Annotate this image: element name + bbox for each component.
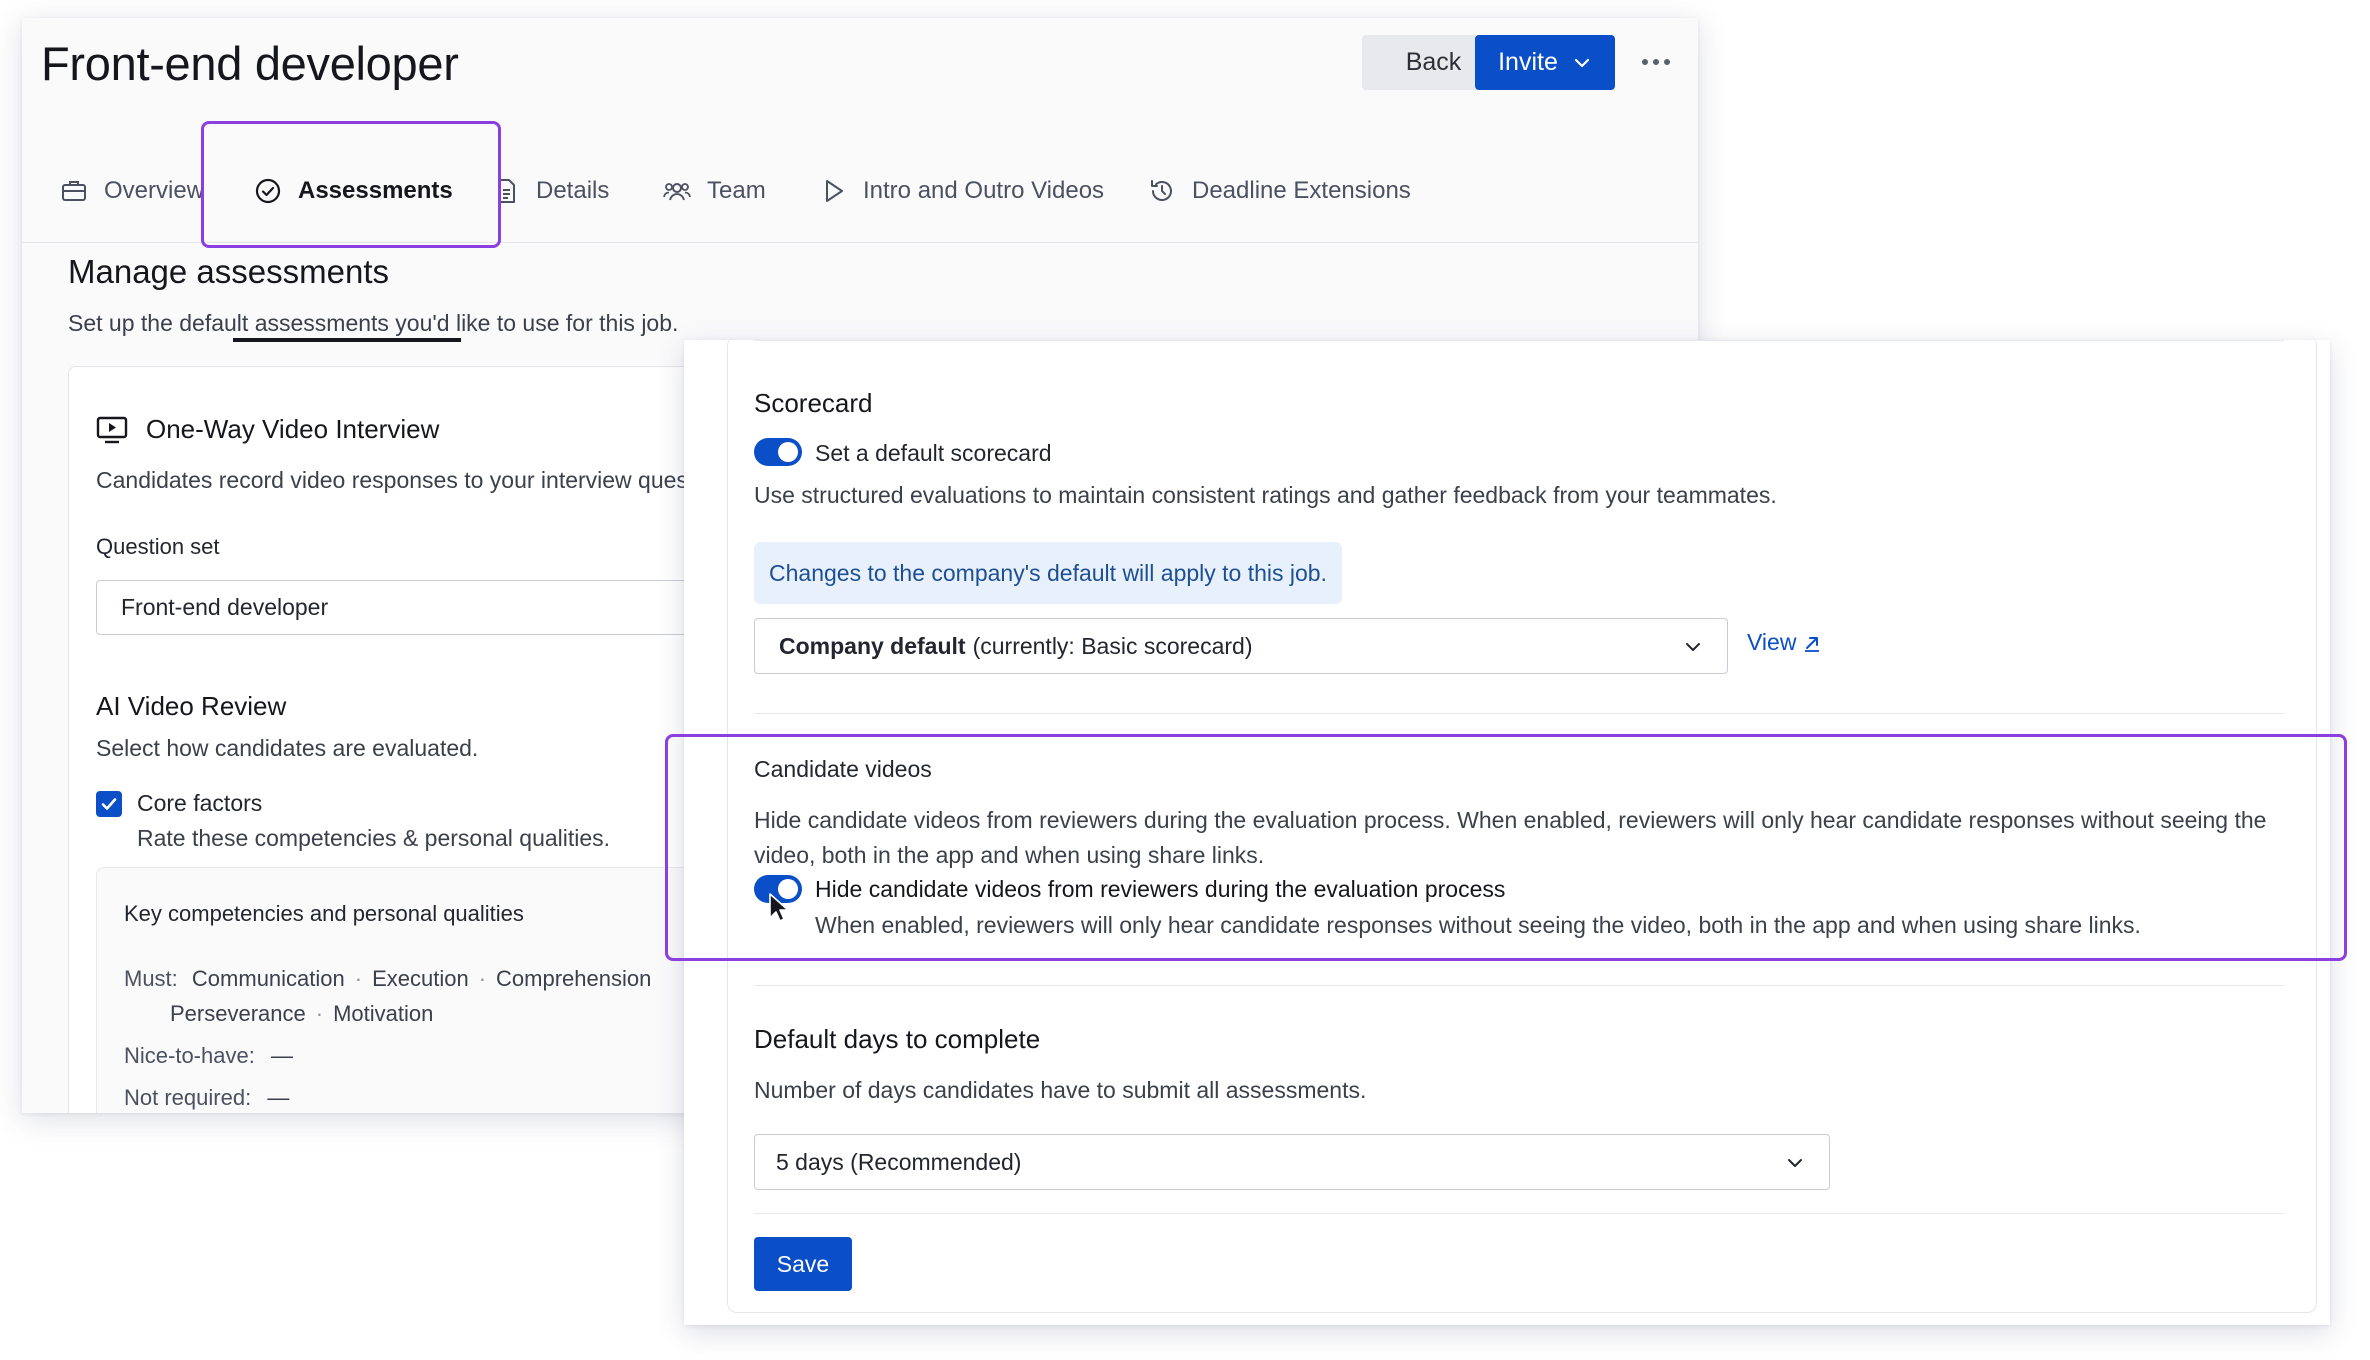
competency: Motivation — [333, 1001, 434, 1026]
card-description: Candidates record video responses to you… — [96, 467, 737, 493]
candidate-videos-description: Hide candidate videos from reviewers dur… — [754, 807, 2267, 868]
assessment-settings-panel: Scorecard Set a default scorecard Use st… — [684, 336, 2330, 1325]
tab-deadline-extensions[interactable]: Deadline Extensions — [1148, 138, 1411, 243]
nice-label: Nice-to-have: — [124, 1043, 255, 1068]
nice-value: — — [270, 1043, 293, 1068]
scorecard-info-banner: Changes to the company's default will ap… — [754, 542, 1342, 604]
candidate-videos-title: Candidate videos — [754, 756, 932, 782]
play-icon — [826, 179, 843, 202]
hide-videos-toggle-sub: When enabled, reviewers will only hear c… — [815, 912, 2141, 938]
nice-row: Nice-to-have: — — [124, 1043, 293, 1069]
must-row-2: Perseverance · Motivation — [170, 1001, 433, 1027]
divider — [754, 1213, 2284, 1214]
select-value: 5 days (Recommended) — [776, 1148, 1022, 1175]
core-factors-checkbox[interactable] — [96, 791, 122, 817]
view-scorecard-link[interactable]: View — [1747, 629, 1822, 656]
tab-assessments[interactable]: Assessments — [254, 138, 453, 243]
scorecard-description: Use structured evaluations to maintain c… — [754, 482, 1777, 508]
tab-intro-outro-videos[interactable]: Intro and Outro Videos — [819, 138, 1104, 243]
save-button[interactable]: Save — [754, 1237, 852, 1291]
external-link-icon — [1805, 636, 1820, 652]
competency: Perseverance — [170, 1001, 306, 1026]
core-factors-sub: Rate these competencies & personal quali… — [137, 825, 611, 851]
card-title: One-Way Video Interview — [96, 414, 439, 445]
tab-bar: Overview Assessments Details Team Intro … — [22, 138, 1698, 342]
more-options-button[interactable] — [1638, 48, 1674, 76]
chevron-down-icon — [1574, 58, 1589, 67]
tab-label: Deadline Extensions — [1192, 176, 1411, 204]
default-days-subtitle: Number of days candidates have to submit… — [754, 1077, 1367, 1103]
briefcase-icon — [62, 180, 86, 201]
video-screen-icon — [96, 416, 128, 443]
tab-details[interactable]: Details — [492, 138, 609, 243]
question-set-label: Question set — [96, 534, 220, 559]
default-days-title: Default days to complete — [754, 1024, 1041, 1054]
separator: · — [315, 1001, 324, 1026]
scorecard-select[interactable]: Company default (currently: Basic scorec… — [754, 618, 1728, 674]
competencies-title: Key competencies and personal qualities — [124, 901, 524, 926]
ellipsis-dot — [1653, 59, 1659, 65]
section-subtitle: Set up the default assessments you'd lik… — [68, 310, 679, 336]
not-required-value: — — [267, 1085, 290, 1110]
must-row: Must: Communication · Execution · Comprehens… — [124, 966, 651, 992]
not-required-row: Not required: — — [124, 1085, 289, 1111]
not-required-label: Not required: — [124, 1085, 252, 1110]
page-title: Front-end developer — [41, 37, 459, 90]
select-value-bold: Company default — [779, 632, 966, 659]
divider — [754, 713, 2284, 714]
chevron-down-icon — [1686, 643, 1700, 651]
ai-review-title: AI Video Review — [96, 691, 287, 721]
document-icon — [498, 178, 515, 203]
checkmark-icon — [101, 798, 117, 810]
competency: Comprehension — [496, 966, 652, 991]
tab-label: Team — [707, 176, 766, 204]
divider — [754, 340, 2284, 341]
history-icon — [1151, 179, 1172, 201]
tab-label: Intro and Outro Videos — [863, 176, 1105, 204]
scorecard-toggle-label: Set a default scorecard — [815, 440, 1052, 466]
active-tab-indicator — [233, 338, 461, 342]
tab-label: Assessments — [298, 176, 453, 204]
ai-review-subtitle: Select how candidates are evaluated. — [96, 735, 479, 761]
separator: · — [354, 966, 363, 991]
default-days-select[interactable]: 5 days (Recommended) — [754, 1134, 1830, 1190]
ellipsis-icon — [1642, 59, 1648, 65]
team-icon — [663, 182, 691, 200]
competency: Execution — [372, 966, 469, 991]
ellipsis-dot — [1664, 59, 1670, 65]
scorecard-toggle[interactable] — [754, 438, 802, 466]
separator: · — [478, 966, 487, 991]
section-title: Manage assessments — [68, 253, 389, 290]
tab-team[interactable]: Team — [663, 138, 766, 243]
check-circle-icon — [255, 178, 281, 203]
invite-button[interactable]: Invite — [1475, 35, 1615, 90]
select-value-rest: (currently: Basic scorecard) — [972, 632, 1253, 659]
tab-label: Overview — [104, 176, 205, 204]
chevron-down-icon — [1788, 1159, 1802, 1167]
tab-overview[interactable]: Overview — [60, 138, 204, 243]
core-factors-label: Core factors — [137, 790, 263, 816]
invite-label: Invite — [1498, 48, 1558, 76]
card-title-text: One-Way Video Interview — [146, 414, 440, 444]
hide-videos-toggle-label: Hide candidate videos from reviewers dur… — [815, 876, 1506, 902]
mouse-cursor-icon — [769, 893, 789, 922]
divider — [754, 985, 2284, 986]
view-label: View — [1747, 629, 1797, 655]
tab-label: Details — [536, 176, 610, 204]
must-label: Must: — [124, 966, 178, 991]
competency: Communication — [191, 966, 345, 991]
scorecard-title: Scorecard — [754, 388, 873, 418]
